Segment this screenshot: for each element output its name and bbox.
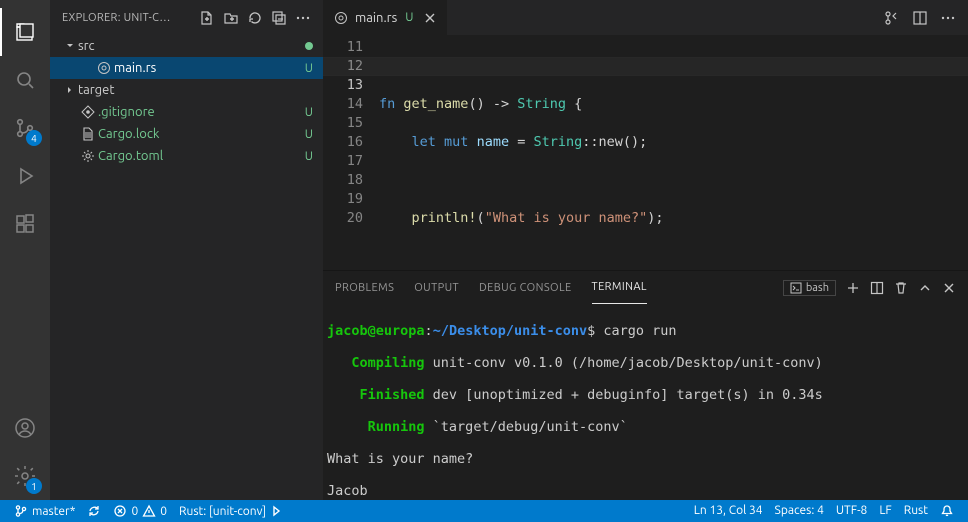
bottom-panel: Problems Output Debug Console Terminal b… [323,270,968,500]
git-decor: U [305,106,313,119]
status-branch[interactable]: master* [8,500,81,522]
code-line [379,171,924,190]
tree-label: src [78,39,305,53]
git-file-icon [78,105,98,119]
modified-dot-icon [305,42,313,50]
accounts-icon[interactable] [0,404,50,452]
maximize-panel-icon[interactable] [918,281,932,295]
close-icon[interactable] [423,11,437,25]
code-editor[interactable]: 11 12 13 14 15 16 17 18 19 20 fn get_nam… [323,35,968,270]
extensions-icon[interactable] [0,200,50,248]
workbench: 4 1 EXPLORER: UNIT-C… [0,0,968,500]
git-decor: U [305,62,313,75]
scm-icon[interactable]: 4 [0,104,50,152]
terminal-line: Finished dev [unoptimized + debuginfo] t… [327,387,956,403]
status-rust-project[interactable]: Rust: [unit-conv] [173,500,288,522]
status-cursor-position[interactable]: Ln 13, Col 34 [688,504,769,517]
gear-file-icon [78,149,98,163]
debug-icon[interactable] [0,152,50,200]
tab-git-status: U [405,11,413,24]
tree-folder-target[interactable]: target [50,79,323,101]
code-line [379,247,924,266]
terminal-line: Running `target/debug/unit-conv` [327,419,956,435]
rust-file-icon [94,60,114,76]
git-decor: U [305,128,313,141]
panel-actions: bash [783,280,956,296]
status-language[interactable]: Rust [898,504,934,517]
settings-icon[interactable]: 1 [0,452,50,500]
panel-tab-terminal[interactable]: Terminal [592,271,647,304]
panel-tab-output[interactable]: Output [414,271,459,304]
editor-group: main.rs U 11 12 13 14 15 1 [323,0,968,500]
tree-file-main-rs[interactable]: main.rs U [50,57,323,79]
new-terminal-icon[interactable] [846,281,860,295]
split-terminal-icon[interactable] [870,281,884,295]
tree-folder-src[interactable]: src [50,35,323,57]
git-decor: U [305,150,313,163]
code-line: println!("What is your name?"); [379,209,924,228]
sidebar-header: EXPLORER: UNIT-C… [50,0,323,35]
status-sync[interactable] [81,500,107,522]
rust-file-icon [333,10,349,26]
activity-bar: 4 1 [0,0,50,500]
sidebar-actions [199,10,311,26]
close-panel-icon[interactable] [942,281,956,295]
status-encoding[interactable]: UTF-8 [830,504,873,517]
line-gutter: 11 12 13 14 15 16 17 18 19 20 [323,35,379,270]
chevron-right-icon [62,84,78,96]
kill-terminal-icon[interactable] [894,281,908,295]
compare-changes-icon[interactable] [884,10,900,26]
split-editor-icon[interactable] [912,10,928,26]
chevron-down-icon [62,40,78,52]
tree-label: .gitignore [98,105,301,119]
panel-tabs: Problems Output Debug Console Terminal b… [323,271,968,304]
explorer-icon[interactable] [0,8,50,56]
code-line [379,57,924,76]
status-notifications-icon[interactable] [934,504,960,518]
tree-label: Cargo.toml [98,149,301,163]
panel-tab-debug-console[interactable]: Debug Console [479,271,572,304]
file-tree: src main.rs U target .gitignore [50,35,323,167]
search-icon[interactable] [0,56,50,104]
status-indentation[interactable]: Spaces: 4 [769,504,830,517]
scm-badge: 4 [26,130,42,146]
file-icon [78,127,98,141]
tree-file-cargo-toml[interactable]: Cargo.toml U [50,145,323,167]
code-line: fn get_name() -> String { [379,95,924,114]
terminal-line: Compiling unit-conv v0.1.0 (/home/jacob/… [327,355,956,371]
settings-badge: 1 [26,478,42,494]
tree-label: main.rs [114,61,301,75]
tree-label: target [78,83,313,97]
editor-tabs: main.rs U [323,0,968,35]
refresh-icon[interactable] [247,10,263,26]
panel-tab-problems[interactable]: Problems [335,271,394,304]
app-root: 4 1 EXPLORER: UNIT-C… [0,0,968,522]
editor-tab-actions [884,10,968,26]
more-icon[interactable] [940,10,956,26]
sidebar-title: EXPLORER: UNIT-C… [62,12,171,24]
status-problems[interactable]: 0 0 [107,500,173,522]
tab-label: main.rs [355,11,397,25]
status-eol[interactable]: LF [873,504,897,517]
new-file-icon[interactable] [199,10,215,26]
code-line: let mut name = String::new(); [379,133,924,152]
new-folder-icon[interactable] [223,10,239,26]
tree-file-cargo-lock[interactable]: Cargo.lock U [50,123,323,145]
tree-file-gitignore[interactable]: .gitignore U [50,101,323,123]
terminal[interactable]: jacob@europa:~/Desktop/unit-conv$ cargo … [323,304,968,500]
terminal-line: jacob@europa:~/Desktop/unit-conv$ cargo … [327,323,956,339]
terminal-line: Jacob [327,483,956,499]
terminal-shell-dropdown[interactable]: bash [783,280,836,296]
more-icon[interactable] [295,10,311,26]
terminal-line: What is your name? [327,451,956,467]
code-area[interactable]: fn get_name() -> String { let mut name =… [379,35,924,270]
tab-main-rs[interactable]: main.rs U [323,0,447,35]
tree-label: Cargo.lock [98,127,301,141]
status-bar: master* 0 0 Rust: [unit-conv] Ln 13, Col… [0,500,968,522]
collapse-all-icon[interactable] [271,10,287,26]
sidebar-explorer: EXPLORER: UNIT-C… src [50,0,323,500]
